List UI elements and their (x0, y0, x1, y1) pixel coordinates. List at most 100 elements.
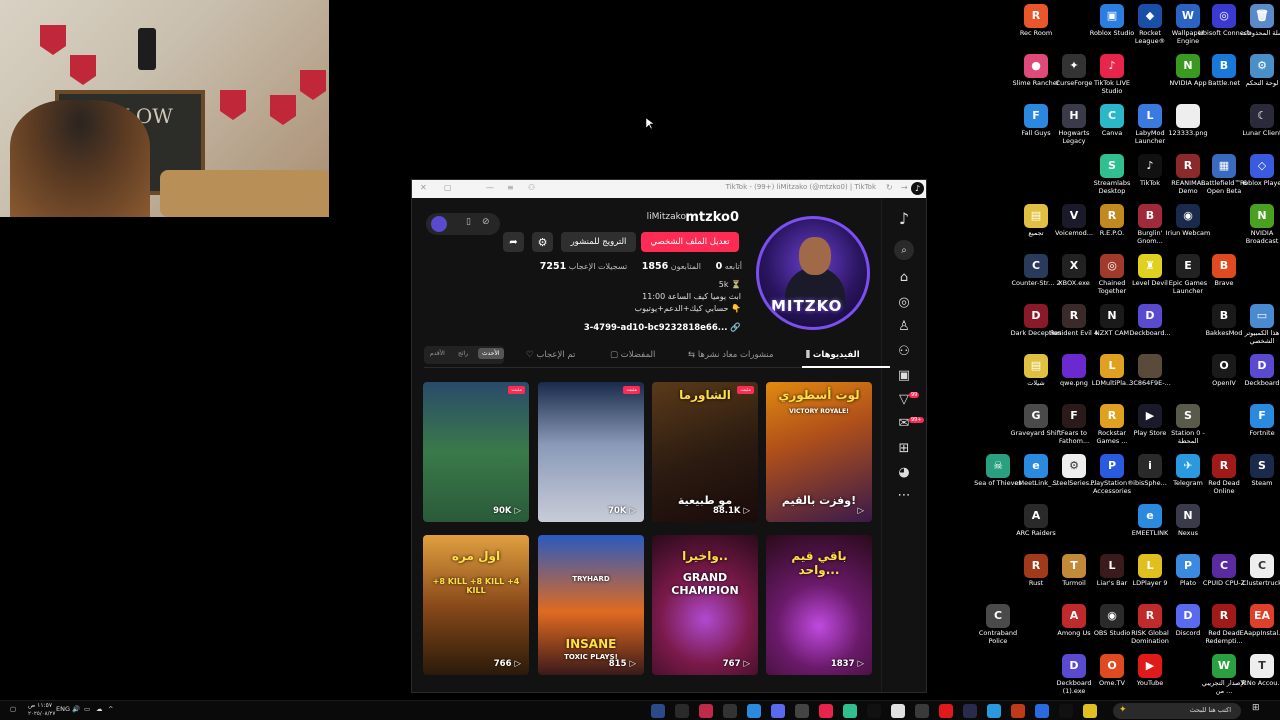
volume-icon[interactable]: 🔊 (72, 705, 80, 713)
desktop-icon[interactable]: C Contraband Police (972, 604, 1024, 645)
settings-gear-icon[interactable]: ⚙ (532, 232, 553, 252)
clock-time[interactable]: ١١:٥٧ ص (28, 702, 52, 709)
tray-expand-icon[interactable]: ^ (108, 705, 113, 713)
home-icon[interactable]: ⌂ (894, 267, 914, 287)
link-icon[interactable]: ⊘ (482, 217, 490, 227)
video-thumbnail[interactable]: واخيرا.. GRAND CHAMPION 767 ▷ (652, 535, 758, 675)
video-thumbnail[interactable]: مثبت 70K ▷ (538, 382, 644, 522)
obs-app-icon[interactable] (795, 704, 809, 718)
video-thumbnail[interactable]: مثبت 90K ▷ (423, 382, 529, 522)
desktop-icon[interactable]: C Clustertruck (1236, 554, 1280, 588)
search-icon[interactable]: ⌕ (894, 240, 914, 260)
video-thumbnail[interactable]: INSANE TOXIC PLAYS! TRYHARD 815 ▷ (538, 535, 644, 675)
explore-icon[interactable]: ◎ (894, 292, 914, 312)
app-icon[interactable] (699, 704, 713, 718)
desktop-icon[interactable]: S Station 0 - المحطة (1162, 404, 1214, 445)
inbox-icon[interactable]: ✉ (894, 413, 914, 433)
bio-line: ابث يوميا كيف الساعة 11:00 (642, 292, 741, 301)
app-icon[interactable] (723, 704, 737, 718)
app-icon[interactable] (675, 704, 689, 718)
app-icon[interactable] (867, 704, 881, 718)
edit-profile-button[interactable]: تعديل الملف الشخصي (641, 232, 739, 252)
desktop-icon[interactable]: N NVIDIA Broadcast (1236, 204, 1280, 245)
forward-icon[interactable]: → (901, 183, 908, 192)
taskbar-search[interactable]: اكتب هنا للبحث ✦ (1113, 703, 1241, 719)
app-icon[interactable] (915, 704, 929, 718)
network-icon[interactable]: ▭ (84, 705, 90, 713)
desktop-icon[interactable]: F Fortnite (1236, 404, 1280, 438)
avatar[interactable]: MITZKO (756, 216, 870, 330)
more-icon[interactable]: ⋯ (894, 485, 914, 505)
discord-app-icon[interactable] (771, 704, 785, 718)
menu-icon[interactable]: ≡ (507, 183, 514, 192)
tiktok-live-app-icon[interactable] (819, 704, 833, 718)
upload-icon[interactable]: ⊞ (894, 438, 914, 458)
mini-avatar[interactable] (431, 216, 447, 232)
onedrive-icon[interactable]: ☁ (96, 705, 103, 713)
promote-post-button[interactable]: الترويج للمنشور (561, 232, 636, 252)
close-icon[interactable]: ✕ (420, 183, 427, 192)
desktop-icon[interactable]: R Rec Room (1010, 4, 1062, 38)
tab-reposts[interactable]: ⇆ منشورات معاد نشرها (688, 350, 774, 360)
desktop-icon[interactable]: 3C864F9E-... (1124, 354, 1176, 388)
video-thumbnail[interactable]: باقي قيم واحد... 1837 ▷ (766, 535, 872, 675)
tab-videos[interactable]: ⫼ الفيديوهات (806, 350, 860, 360)
reload-icon[interactable]: ↻ (886, 183, 893, 192)
video-thumbnail[interactable]: الشاورما مو طبيعية مثبت 88.1K ▷ (652, 382, 758, 522)
xbox-app-icon[interactable] (747, 704, 761, 718)
tab-favorites[interactable]: ▢ المفضلات (610, 350, 655, 360)
app-icon: EA (1250, 604, 1274, 628)
steam-app-icon[interactable] (987, 704, 1001, 718)
maximize-icon[interactable]: ▢ (444, 183, 452, 192)
desktop-icon[interactable]: B Brave (1198, 254, 1250, 288)
desktop-icon[interactable]: 🗑 سلة المحذوفات (1236, 4, 1280, 38)
phone-icon[interactable]: ▯ (466, 217, 471, 227)
edge-app-icon[interactable] (1035, 704, 1049, 718)
desktop-icon[interactable]: ☾ Lunar Client (1236, 104, 1280, 138)
video-thumbnail[interactable]: لوت أسطوري وفزت بالقيم! VICTORY ROYALE! ▷ (766, 382, 872, 522)
chrome-app-icon[interactable] (1011, 704, 1025, 718)
minimize-icon[interactable]: — (486, 183, 494, 192)
following-icon[interactable]: ♙ (894, 316, 914, 336)
followers-stat[interactable]: المتابعون 1856 (639, 261, 701, 272)
desktop-icon[interactable]: A ARC Raiders (1010, 504, 1062, 538)
desktop-icon[interactable]: 123333.png (1162, 104, 1214, 138)
sort-popular[interactable]: رائج (458, 350, 468, 357)
live-icon[interactable]: ▣ (894, 365, 914, 385)
desktop-icon[interactable]: N Nexus (1162, 504, 1214, 538)
sort-oldest[interactable]: الأقدم (430, 350, 445, 357)
desktop-icon[interactable]: ♪ TikTok LIVE Studio (1086, 54, 1138, 95)
share-icon[interactable]: ➦ (503, 232, 524, 252)
tab-liked[interactable]: ♡ تم الإعجاب (526, 350, 575, 360)
sort-latest[interactable]: الأحدث (478, 348, 504, 359)
app-icon[interactable] (891, 704, 905, 718)
tiktok-logo-icon[interactable]: ♪ (894, 208, 914, 228)
friends-icon[interactable]: ⚇ (894, 341, 914, 361)
clock-date[interactable]: ٢٠٢٥/٠٨/٢٧ (28, 711, 55, 717)
file-explorer-icon[interactable] (1083, 704, 1097, 718)
desktop-icon[interactable]: D Deckboard (1236, 354, 1280, 388)
desktop-icon[interactable]: ◉ Iriun Webcam (1162, 204, 1214, 238)
desktop-icon[interactable]: EA EAappInstal... (1236, 604, 1280, 638)
desktop-icon[interactable]: T TcNo Accou... (1236, 654, 1280, 688)
app-icon[interactable] (963, 704, 977, 718)
youtube-app-icon[interactable] (939, 704, 953, 718)
desktop-icon[interactable]: S Steam (1236, 454, 1280, 488)
start-icon[interactable]: ⊞ (1252, 703, 1260, 713)
following-stat[interactable]: أتابعه 0 (713, 261, 742, 272)
extensions-icon[interactable]: ⚇ (528, 183, 535, 192)
notification-icon[interactable]: ▢ (10, 705, 16, 713)
steam-app-icon[interactable] (651, 704, 665, 718)
desktop-icon[interactable]: ◇ Roblox Player (1236, 154, 1280, 188)
profile-link[interactable]: 3-4799-ad10-bc9232818e66... 🔗 (584, 323, 741, 333)
active-tab-indicator (802, 366, 890, 368)
desktop-icon[interactable]: ⚙ لوحة التحكم (1236, 54, 1280, 88)
language-indicator[interactable]: ENG (56, 705, 70, 713)
profile-icon[interactable]: ◕ (894, 462, 914, 482)
tiktok-app-icon[interactable] (1059, 704, 1073, 718)
desktop-icon[interactable]: ▶ YouTube (1124, 654, 1176, 688)
video-thumbnail[interactable]: اول مره +8 KILL +8 KILL +4 KILL 766 ▷ (423, 535, 529, 675)
desktop-icon[interactable]: ▭ هذا الكمبيوتر الشخصي (1236, 304, 1280, 345)
desktop-icon[interactable]: D Deckboard... (1124, 304, 1176, 338)
streamlabs-app-icon[interactable] (843, 704, 857, 718)
